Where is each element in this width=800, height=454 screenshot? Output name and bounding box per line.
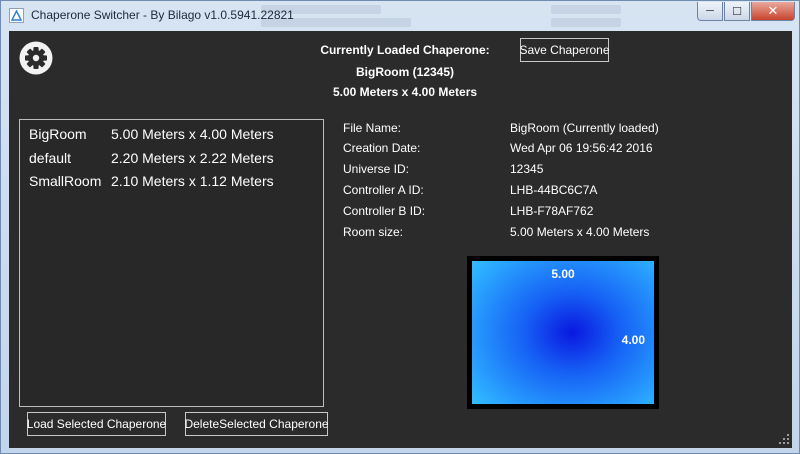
background-window-ghost bbox=[251, 1, 671, 29]
list-item-name: SmallRoom bbox=[29, 173, 102, 189]
list-item-name: default bbox=[29, 150, 72, 166]
detail-value: LHB-44BC6C7A bbox=[510, 183, 598, 197]
close-button[interactable]: ✕ bbox=[751, 2, 795, 21]
list-item[interactable]: BigRoom 5.00 Meters x 4.00 Meters bbox=[20, 123, 323, 145]
detail-label: Universe ID: bbox=[343, 162, 410, 176]
detail-label: Room size: bbox=[343, 225, 404, 239]
room-width-label: 5.00 bbox=[551, 267, 575, 281]
detail-label: Controller B ID: bbox=[343, 204, 426, 218]
minimize-button[interactable]: ─ bbox=[697, 2, 723, 21]
chaperone-list[interactable]: BigRoom 5.00 Meters x 4.00 Meters defaul… bbox=[19, 119, 324, 407]
detail-value: Wed Apr 06 19:56:42 2016 bbox=[510, 141, 653, 155]
list-item[interactable]: SmallRoom 2.10 Meters x 1.12 Meters bbox=[20, 170, 323, 192]
detail-controller-a: Controller A ID: LHB-44BC6C7A bbox=[343, 182, 763, 198]
delete-selected-button[interactable]: DeleteSelected Chaperone bbox=[184, 412, 329, 436]
detail-room-size: Room size: 5.00 Meters x 4.00 Meters bbox=[343, 224, 763, 240]
title-bar[interactable]: Chaperone Switcher - By Bilago v1.0.5941… bbox=[1, 1, 800, 29]
client-area: Currently Loaded Chaperone: BigRoom (123… bbox=[9, 31, 792, 448]
detail-value: 12345 bbox=[510, 162, 544, 176]
loaded-chaperone-size: 5.00 Meters x 4.00 Meters bbox=[332, 85, 478, 99]
detail-universe-id: Universe ID: 12345 bbox=[343, 161, 763, 177]
room-height-label: 4.00 bbox=[621, 333, 645, 347]
app-window: Chaperone Switcher - By Bilago v1.0.5941… bbox=[0, 0, 800, 454]
save-chaperone-button[interactable]: Save Chaperone bbox=[519, 38, 610, 62]
list-item-size: 2.10 Meters x 1.12 Meters bbox=[111, 173, 274, 189]
app-icon bbox=[9, 8, 24, 23]
detail-value: 5.00 Meters x 4.00 Meters bbox=[510, 225, 650, 239]
list-item-size: 2.20 Meters x 2.22 Meters bbox=[111, 150, 274, 166]
list-item-name: BigRoom bbox=[29, 126, 87, 142]
window-title: Chaperone Switcher - By Bilago v1.0.5941… bbox=[31, 8, 294, 22]
resize-grip-icon[interactable] bbox=[778, 433, 790, 445]
loaded-chaperone-name: BigRoom (12345) bbox=[355, 65, 455, 79]
detail-file-name: File Name: BigRoom (Currently loaded) bbox=[343, 120, 763, 136]
loaded-chaperone-heading: Currently Loaded Chaperone: bbox=[320, 43, 490, 57]
detail-label: Controller A ID: bbox=[343, 183, 424, 197]
gear-icon[interactable] bbox=[19, 41, 53, 75]
detail-controller-b: Controller B ID: LHB-F78AF762 bbox=[343, 203, 763, 219]
list-item-size: 5.00 Meters x 4.00 Meters bbox=[111, 126, 274, 142]
list-item[interactable]: default 2.20 Meters x 2.22 Meters bbox=[20, 147, 323, 169]
detail-label: Creation Date: bbox=[343, 141, 421, 155]
detail-value: LHB-F78AF762 bbox=[510, 204, 594, 218]
maximize-button[interactable]: ☐ bbox=[724, 2, 750, 21]
detail-label: File Name: bbox=[343, 121, 402, 135]
room-area: 5.00 4.00 bbox=[472, 261, 654, 404]
room-preview: 5.00 4.00 bbox=[467, 256, 659, 409]
load-selected-button[interactable]: Load Selected Chaperone bbox=[27, 412, 166, 436]
detail-creation-date: Creation Date: Wed Apr 06 19:56:42 2016 bbox=[343, 140, 763, 156]
detail-value: BigRoom (Currently loaded) bbox=[510, 121, 659, 135]
